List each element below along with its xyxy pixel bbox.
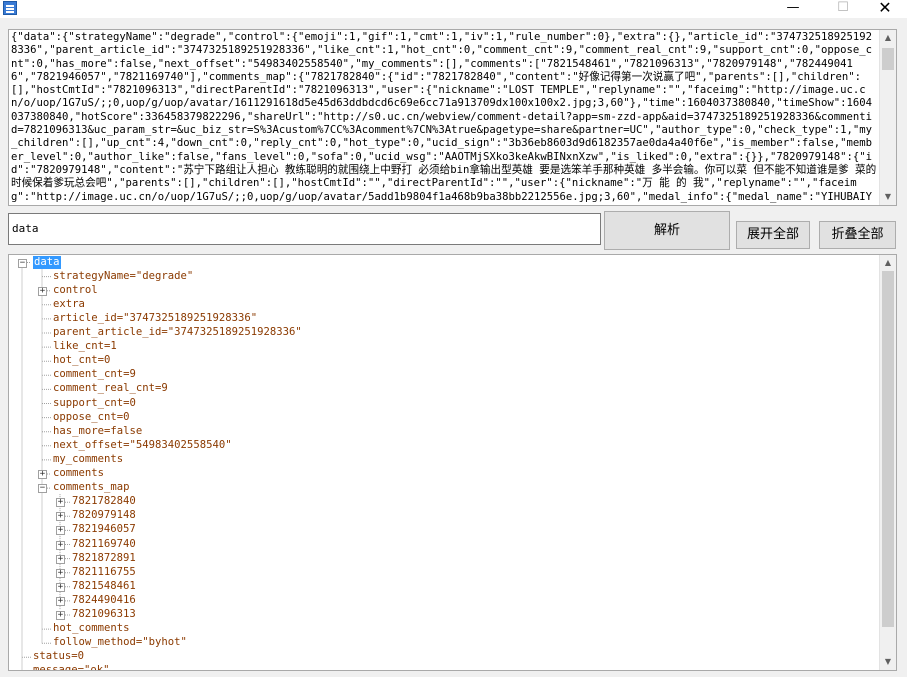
tree-node-comment-id[interactable]: 7821116755 bbox=[72, 566, 136, 579]
scroll-down-arrow-icon[interactable]: ▼ bbox=[880, 189, 896, 205]
tree-node[interactable]: comment_cnt=9 bbox=[53, 368, 136, 381]
plus-box-icon[interactable]: + bbox=[56, 568, 65, 578]
minus-box-icon[interactable]: − bbox=[38, 484, 47, 494]
maximize-button[interactable]: ☐ bbox=[820, 0, 866, 18]
tree-node[interactable]: comment_real_cnt=9 bbox=[53, 382, 168, 395]
collapse-all-button[interactable]: 折叠全部 bbox=[819, 221, 896, 249]
json-tree-view[interactable]: − data strategyName="degrade" + control extra… bbox=[8, 254, 897, 671]
tree-node-comment-id[interactable]: 7821096313 bbox=[72, 608, 136, 621]
plus-box-icon[interactable]: + bbox=[56, 512, 65, 522]
tree-node[interactable]: strategyName="degrade" bbox=[53, 270, 193, 283]
minus-box-icon[interactable]: − bbox=[18, 258, 27, 268]
plus-box-icon[interactable]: + bbox=[56, 582, 65, 592]
tree-node-comment-id[interactable]: 7821782840 bbox=[72, 495, 136, 508]
plus-box-icon[interactable]: + bbox=[56, 540, 65, 550]
plus-box-icon[interactable]: + bbox=[38, 286, 47, 296]
tree-node-comment-id[interactable]: 7821169740 bbox=[72, 538, 136, 551]
tree-node-comment-id[interactable]: 7821946057 bbox=[72, 523, 136, 536]
tree-scrollbar[interactable]: ▲ ▼ bbox=[879, 255, 896, 670]
scroll-down-arrow-icon[interactable]: ▼ bbox=[880, 654, 896, 670]
plus-box-icon[interactable]: + bbox=[56, 596, 65, 606]
tree-node[interactable]: hot_cnt=0 bbox=[53, 354, 110, 367]
plus-box-icon[interactable]: + bbox=[56, 554, 65, 564]
minimize-button[interactable]: — bbox=[770, 0, 816, 18]
tree-node[interactable]: next_offset="54983402558540" bbox=[53, 439, 232, 452]
tree-node[interactable]: my_comments bbox=[53, 453, 123, 466]
close-button[interactable]: ✕ bbox=[862, 0, 907, 18]
tree-node[interactable]: message="ok" bbox=[33, 664, 110, 670]
scroll-thumb[interactable] bbox=[882, 48, 894, 70]
tree-node-comment-id[interactable]: 7821548461 bbox=[72, 580, 136, 593]
tree-node-comment-id[interactable]: 7820979148 bbox=[72, 509, 136, 522]
parse-button[interactable]: 解析 bbox=[604, 211, 730, 250]
tree-node[interactable]: comments bbox=[53, 467, 104, 480]
app-icon bbox=[3, 1, 17, 15]
tree-node[interactable]: hot_comments bbox=[53, 622, 130, 635]
tree-node[interactable]: comments_map bbox=[53, 481, 130, 494]
title-bar: — ☐ ✕ bbox=[0, 0, 907, 18]
path-input[interactable]: data bbox=[8, 213, 601, 245]
tree-node[interactable]: article_id="3747325189251928336" bbox=[53, 312, 257, 325]
expand-all-button[interactable]: 展开全部 bbox=[736, 221, 810, 249]
plus-box-icon[interactable]: + bbox=[56, 611, 65, 620]
scroll-up-arrow-icon[interactable]: ▲ bbox=[880, 30, 896, 46]
tree-node[interactable]: parent_article_id="3747325189251928336" bbox=[53, 326, 302, 339]
json-source-textarea[interactable]: {"data":{"strategyName":"degrade","contr… bbox=[8, 29, 897, 206]
tree-node-comment-id[interactable]: 7824490416 bbox=[72, 594, 136, 607]
plus-box-icon[interactable]: + bbox=[38, 470, 47, 479]
tree-node-root[interactable]: data bbox=[33, 255, 61, 269]
tree-node[interactable]: status=0 bbox=[33, 650, 84, 663]
scroll-thumb[interactable] bbox=[882, 271, 894, 627]
tree-node[interactable]: has_more=false bbox=[53, 425, 142, 438]
tree-node[interactable]: extra bbox=[53, 298, 85, 311]
tree-node[interactable]: like_cnt=1 bbox=[53, 340, 117, 353]
tree-node[interactable]: oppose_cnt=0 bbox=[53, 411, 130, 424]
tree-node[interactable]: control bbox=[53, 284, 98, 297]
plus-box-icon[interactable]: + bbox=[56, 526, 65, 536]
plus-box-icon[interactable]: + bbox=[56, 498, 65, 508]
json-scrollbar[interactable]: ▲ ▼ bbox=[879, 30, 896, 205]
json-source-text[interactable]: {"data":{"strategyName":"degrade","contr… bbox=[11, 31, 877, 203]
scroll-up-arrow-icon[interactable]: ▲ bbox=[880, 255, 896, 271]
tree-node[interactable]: support_cnt=0 bbox=[53, 397, 136, 410]
tree-node[interactable]: follow_method="byhot" bbox=[53, 636, 187, 649]
tree-node-comment-id[interactable]: 7821872891 bbox=[72, 552, 136, 565]
